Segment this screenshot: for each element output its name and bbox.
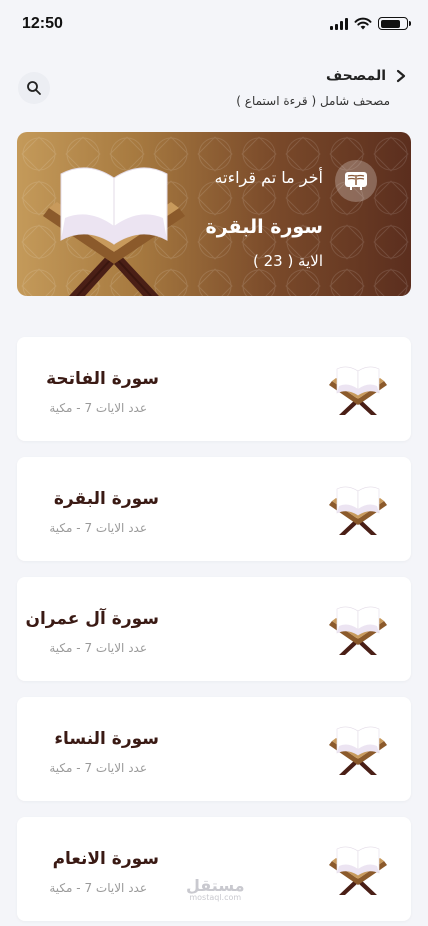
app-header: المصحف مصحف شامل ( قرءة استماع )	[0, 64, 428, 124]
header-title-row: المصحف	[326, 68, 408, 84]
quran-stand-icon	[329, 846, 387, 895]
search-button[interactable]	[18, 72, 50, 104]
chevron-right-icon	[396, 69, 406, 83]
wifi-icon	[354, 17, 372, 30]
surah-meta: عدد الايات 7 - مكية	[49, 521, 147, 535]
signal-icon	[330, 17, 348, 30]
status-time: 12:50	[22, 15, 63, 32]
book-read-icon	[335, 160, 377, 202]
quran-stand-icon	[329, 606, 387, 655]
last-read-card[interactable]: أخر ما تم قراءته سورة البقرة الاية ( 23 …	[17, 132, 411, 296]
quran-stand-icon	[329, 366, 387, 415]
surah-list: سورة الفاتحة عدد الايات 7 - مكية سورة ال…	[17, 337, 411, 926]
surah-card[interactable]: سورة آل عمران عدد الايات 7 - مكية	[17, 577, 411, 681]
last-read-label: أخر ما تم قراءته	[214, 168, 323, 187]
surah-meta: عدد الايات 7 - مكية	[49, 881, 147, 895]
surah-meta: عدد الايات 7 - مكية	[49, 641, 147, 655]
quran-stand-icon	[329, 486, 387, 535]
watermark-logo: مستقل mostaql.com	[186, 878, 245, 902]
surah-meta: عدد الايات 7 - مكية	[49, 401, 147, 415]
battery-icon	[378, 17, 411, 30]
status-icons	[330, 17, 411, 30]
quran-stand-icon	[43, 167, 185, 296]
surah-card[interactable]: سورة الانعام عدد الايات 7 - مكية	[17, 817, 411, 921]
last-read-ayah: الاية ( 23 )	[252, 252, 323, 270]
page-subtitle: مصحف شامل ( قرءة استماع )	[236, 94, 390, 108]
search-icon	[27, 81, 41, 95]
back-button[interactable]	[394, 69, 408, 83]
watermark-sub: mostaql.com	[189, 893, 242, 902]
surah-name: سورة البقرة	[53, 489, 159, 509]
page-title: المصحف	[326, 68, 386, 84]
surah-card[interactable]: سورة النساء عدد الايات 7 - مكية	[17, 697, 411, 801]
surah-name: سورة الانعام	[52, 849, 159, 869]
surah-meta: عدد الايات 7 - مكية	[49, 761, 147, 775]
surah-name: سورة النساء	[54, 729, 159, 749]
surah-card[interactable]: سورة الفاتحة عدد الايات 7 - مكية	[17, 337, 411, 441]
surah-card[interactable]: سورة البقرة عدد الايات 7 - مكية	[17, 457, 411, 561]
last-read-surah: سورة البقرة	[205, 216, 323, 238]
surah-name: سورة آل عمران	[25, 609, 159, 629]
surah-name: سورة الفاتحة	[46, 369, 159, 389]
quran-stand-icon	[329, 726, 387, 775]
status-bar: 12:50	[0, 0, 428, 50]
